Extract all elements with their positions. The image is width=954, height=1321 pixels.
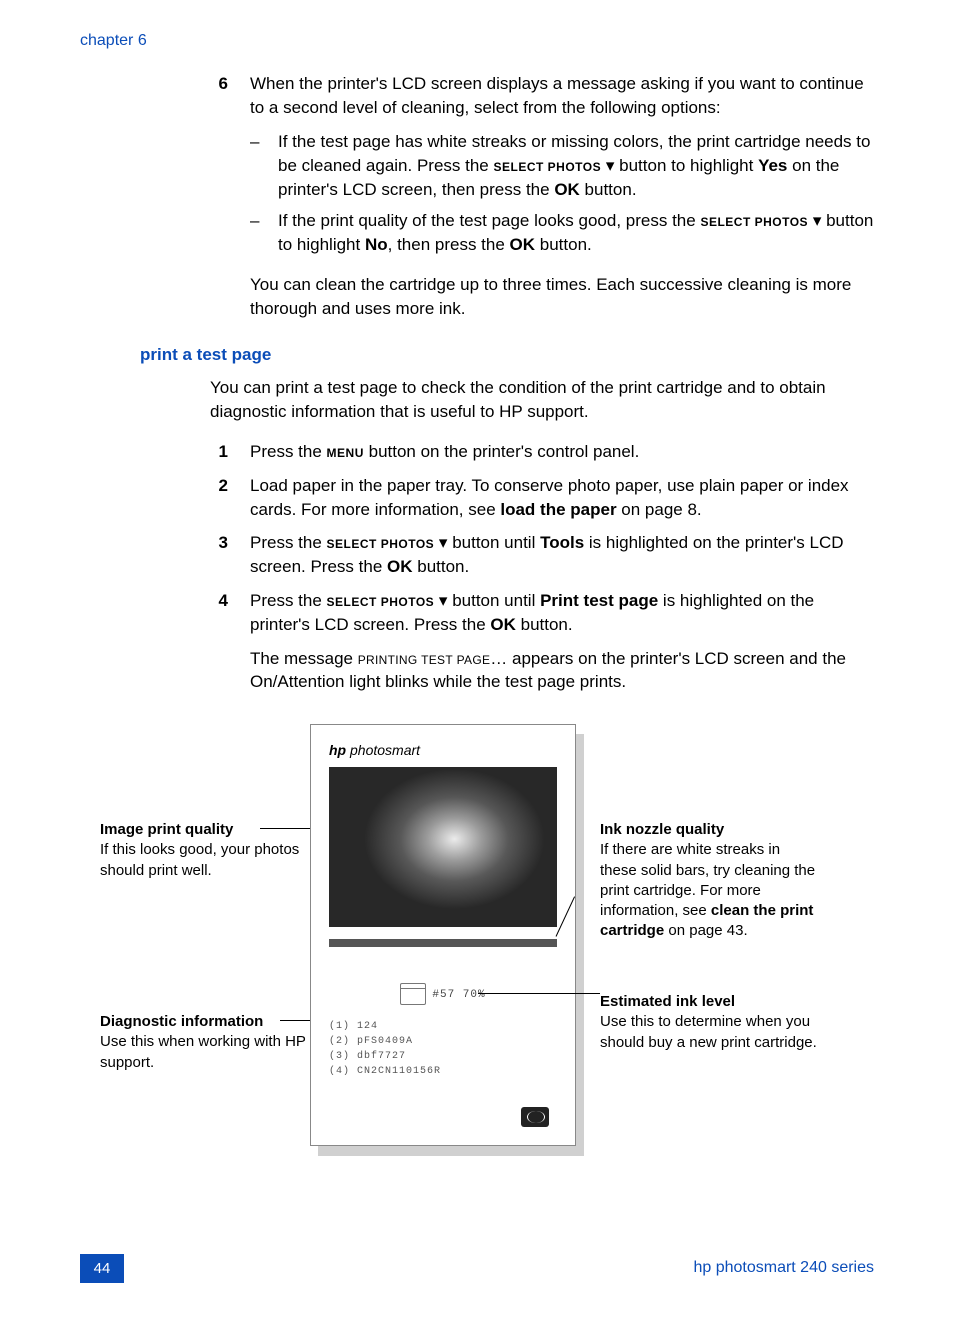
callout-imgq-title: Image print quality <box>100 820 320 840</box>
step-6-body: When the printer's LCD screen displays a… <box>250 72 874 120</box>
bullet-2-body: If the print quality of the test page lo… <box>278 209 874 257</box>
test-page-figure: Image print quality If this looks good, … <box>80 724 874 1194</box>
result-text: The message Printing test page… appears … <box>250 647 874 695</box>
tp-sample-photo <box>329 767 557 927</box>
test-page-sample: hp photosmart #57 70% (1) 124 (2) pFS040… <box>310 724 576 1146</box>
step-number-4: 4 <box>210 589 228 637</box>
step-2-body: Load paper in the paper tray. To conserv… <box>250 474 874 522</box>
callout-est-title: Estimated ink level <box>600 992 820 1012</box>
step-6-tail: You can clean the cartridge up to three … <box>250 273 874 321</box>
step-number-2: 2 <box>210 474 228 522</box>
bullet-dash: – <box>250 130 264 201</box>
callout-diag-title: Diagnostic information <box>100 1012 320 1032</box>
callout-line <box>260 828 310 829</box>
tp-brand: hp photosmart <box>329 741 557 761</box>
callout-imgq-body: If this looks good, your photos should p… <box>100 841 299 878</box>
callout-est-body: Use this to determine when you should bu… <box>600 1013 817 1050</box>
tp-nozzle-bar <box>329 939 557 947</box>
step-1-body: Press the Menu button on the printer's c… <box>250 440 874 464</box>
page-number: 44 <box>80 1254 124 1283</box>
step-number-3: 3 <box>210 531 228 579</box>
bullet-1-body: If the test page has white streaks or mi… <box>278 130 874 201</box>
series-label: hp photosmart 240 series <box>693 1257 874 1279</box>
step-number-6: 6 <box>210 72 228 120</box>
callout-ink-body: If there are white streaks in these soli… <box>600 841 815 939</box>
callout-ink-title: Ink nozzle quality <box>600 820 820 840</box>
step-number-1: 1 <box>210 440 228 464</box>
tp-diagnostic-block: (1) 124 (2) pFS0409A (3) dbf7727 (4) CN2… <box>329 1019 557 1079</box>
step-4-body: Press the Select Photos ▾ button until P… <box>250 589 874 637</box>
chapter-label: chapter 6 <box>80 30 874 52</box>
cartridge-icon <box>400 983 426 1005</box>
bullet-dash: – <box>250 209 264 257</box>
section-heading: print a test page <box>140 343 874 367</box>
intro-text: You can print a test page to check the c… <box>210 376 874 424</box>
callout-line <box>478 993 600 994</box>
callout-diag-body: Use this when working with HP support. <box>100 1033 306 1070</box>
hp-logo-icon <box>521 1107 549 1127</box>
step-3-body: Press the Select Photos ▾ button until T… <box>250 531 874 579</box>
